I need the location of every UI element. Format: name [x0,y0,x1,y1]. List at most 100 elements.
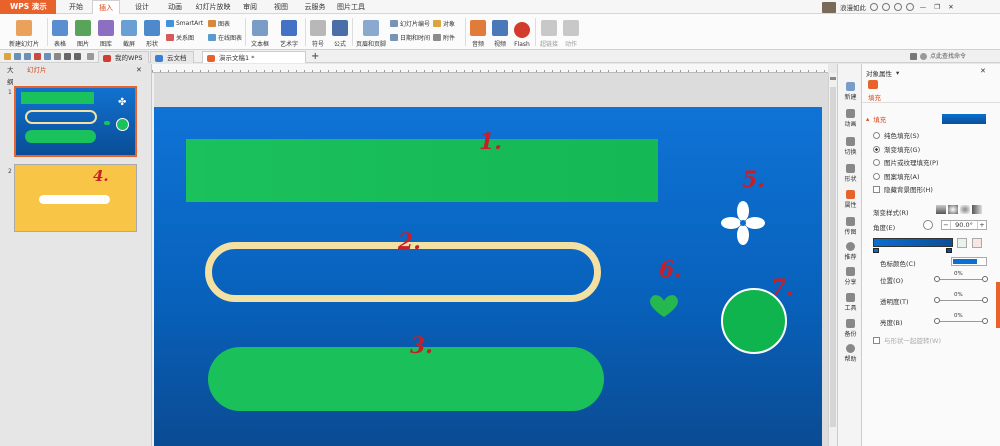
add-stop-icon[interactable] [957,238,967,248]
format-painter-icon[interactable] [54,53,61,60]
app-menu-button[interactable]: WPS 演示 [0,0,56,14]
new-tab-button[interactable]: + [311,50,319,63]
new-slide-button[interactable]: 新建幻灯片 [4,16,44,48]
fill-solid-option[interactable]: 纯色填充(S) [873,130,919,140]
radio-gradient[interactable] [873,145,880,153]
wordart-button[interactable]: 艺术字 [276,16,302,48]
brightness-minus[interactable] [934,318,940,324]
path-gradient-icon[interactable] [972,205,982,214]
slide-number-button[interactable]: 幻灯片编号 [390,18,430,28]
print-icon[interactable] [24,53,31,60]
gradient-stop-left[interactable] [873,248,879,253]
panel-title[interactable]: 对象属性 ▾ [866,68,899,78]
side-transition-button[interactable]: 切换 [838,137,863,156]
transparency-slider[interactable]: 0% [934,292,988,305]
tab-review[interactable]: 审阅 [238,0,262,14]
side-share-button[interactable]: 分享 [838,267,863,286]
avatar[interactable] [822,1,836,13]
green-heart-shape[interactable] [646,293,682,319]
audio-button[interactable]: 音频 [468,16,488,48]
angle-decrement[interactable]: − [942,221,951,229]
radial-gradient-icon[interactable] [948,205,958,214]
search-icon[interactable] [920,53,927,60]
relation-button[interactable]: 关系图 [166,32,206,42]
side-shapes-button[interactable]: 形状 [838,164,863,183]
slide-thumbnail-1[interactable]: ✤ [14,86,137,157]
checkbox-hide-bg[interactable] [873,185,880,193]
header-footer-button[interactable]: 页眉和页脚 [354,16,388,48]
vertical-scrollbar[interactable] [828,73,837,446]
restore-icon[interactable]: ❐ [932,3,942,11]
chart-button[interactable]: 图表 [208,18,246,28]
fill-gradient-option[interactable]: 渐变填充(G) [873,144,920,154]
command-search[interactable]: 点此查找命令 [930,51,996,62]
tab-cloud[interactable]: 云服务 [300,0,330,14]
side-upload-image-button[interactable]: 传图 [838,217,863,236]
object-button[interactable]: 对象 [433,18,455,28]
action-button[interactable]: 动作 [561,16,581,48]
tab-view[interactable]: 视图 [269,0,293,14]
white-flower-shape[interactable] [721,201,765,245]
fill-preview-swatch[interactable] [942,114,986,124]
help-icon[interactable] [894,3,902,11]
scroll-up-icon[interactable] [830,77,836,80]
export-pdf-icon[interactable] [34,53,41,60]
side-new-button[interactable]: 新建 [838,82,863,101]
transparency-plus[interactable] [982,297,988,303]
tab-picture-tools[interactable]: 图片工具 [334,0,368,14]
radio-pattern[interactable] [873,172,880,180]
side-properties-button[interactable]: 属性 [838,190,863,209]
position-plus[interactable] [982,276,988,282]
slide-thumbnail-2[interactable]: 4. [14,164,137,232]
tab-outline[interactable]: 大纲 [2,64,22,86]
symbol-button[interactable]: 符号 [308,16,328,48]
flash-button[interactable]: Flash [512,16,532,48]
fill-section-header[interactable]: ▴ 填充 [866,114,886,124]
dropdown-icon[interactable] [87,53,94,60]
brightness-plus[interactable] [982,318,988,324]
save-icon[interactable] [14,53,21,60]
hyperlink-button[interactable]: 超链接 [538,16,560,48]
feedback-icon[interactable] [906,3,914,11]
rotate-with-shape-option[interactable]: 与形状一起旋转(W) [873,335,941,345]
side-animation-button[interactable]: 动画 [838,109,863,128]
table-button[interactable]: 表格 [50,16,70,48]
panel-collapse-handle[interactable] [996,282,1000,328]
brightness-slider[interactable]: 0% [934,313,988,326]
position-slider[interactable]: 0% [934,271,988,284]
smartart-button[interactable]: SmartArt [166,18,206,28]
settings-icon[interactable] [870,3,878,11]
shapes-button[interactable]: 形状 [142,16,162,48]
hide-background-option[interactable]: 隐藏背景图形(H) [873,184,933,194]
side-tools-button[interactable]: 工具 [838,293,863,312]
collapse-icon[interactable] [910,53,917,60]
tab-animation[interactable]: 动画 [161,0,189,14]
fill-pattern-option[interactable]: 图案填充(A) [873,171,920,181]
remove-stop-icon[interactable] [972,238,982,248]
skin-icon[interactable] [882,3,890,11]
open-icon[interactable] [4,53,11,60]
doc-tab-cloud[interactable]: 云文档 [150,51,194,63]
gradient-stop-right[interactable] [946,248,952,253]
scroll-thumb[interactable] [830,87,836,427]
undo-icon[interactable] [64,53,71,60]
pane-close-icon[interactable]: ✕ [136,66,142,74]
tab-slideshow[interactable]: 幻灯片放映 [193,0,233,14]
online-chart-button[interactable]: 在线图表 [208,32,246,42]
tab-design[interactable]: 设计 [128,0,156,14]
fill-picture-option[interactable]: 图片或纹理填充(P) [873,157,939,167]
gallery-button[interactable]: 图库 [96,16,116,48]
radio-solid[interactable] [873,131,880,139]
redo-icon[interactable] [74,53,81,60]
linear-gradient-icon[interactable] [936,205,946,214]
tab-home[interactable]: 开始 [62,0,90,14]
tab-slides[interactable]: 幻灯片 [22,64,52,76]
angle-dial-icon[interactable] [923,220,933,230]
doc-tab-my-wps[interactable]: 我的WPS [98,51,150,63]
checkbox-rotate[interactable] [873,336,880,344]
preview-icon[interactable] [44,53,51,60]
attachment-button[interactable]: 附件 [433,32,455,42]
side-backup-button[interactable]: 备份 [838,319,863,338]
slide-1-canvas[interactable]: 1. 2. 3. 5. 6. 7. [154,107,822,446]
gradient-bar[interactable] [873,238,953,247]
